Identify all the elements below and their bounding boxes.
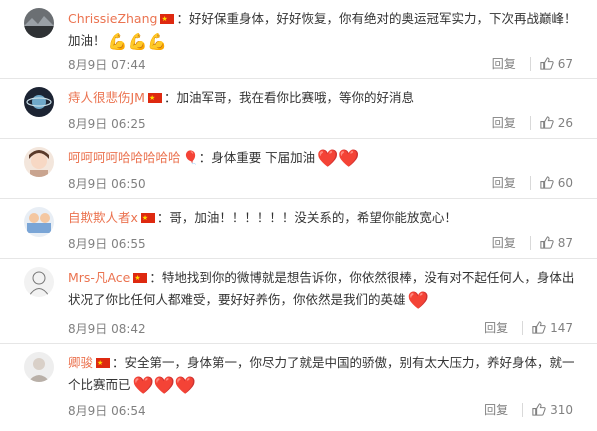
user-avatar[interactable] xyxy=(24,8,54,38)
divider xyxy=(529,235,531,250)
china-flag-icon xyxy=(140,207,155,229)
like-button[interactable]: 87 xyxy=(539,235,573,250)
like-count: 87 xyxy=(557,235,573,250)
like-count: 60 xyxy=(557,175,573,190)
reply-button[interactable]: 回复 xyxy=(492,174,516,191)
muscle-emoji-icon: 💪💪💪 xyxy=(107,31,168,51)
comment-time: 8月9日 06:50 xyxy=(68,177,146,191)
comment-time: 8月9日 08:42 xyxy=(68,322,146,336)
cartoon-avatar-icon xyxy=(24,207,54,237)
comment-item: ChrissieZhang：好好保重身体，好好恢复，你有绝对的奥运冠军实力，下次… xyxy=(0,0,597,79)
china-flag-icon xyxy=(133,267,148,289)
like-count: 147 xyxy=(550,320,573,335)
reply-button[interactable]: 回复 xyxy=(484,319,508,336)
reply-button[interactable]: 回复 xyxy=(492,55,516,72)
user-avatar[interactable] xyxy=(24,147,54,177)
like-count: 26 xyxy=(557,115,573,130)
comment-item: 呵呵呵呵哈哈哈哈哈 🎈：身体重要 下届加油 ❤️❤️ 8月9日 06:50 回复 6… xyxy=(0,139,597,199)
like-button[interactable]: 60 xyxy=(539,175,573,190)
heart-emoji-icon: ❤️❤️ xyxy=(317,148,360,169)
username-link[interactable]: 自欺欺人者x xyxy=(68,210,138,225)
thumbs-up-icon xyxy=(532,403,546,416)
landscape-avatar-icon xyxy=(24,8,54,38)
thumbs-up-icon xyxy=(532,321,546,334)
china-flag-icon xyxy=(147,87,162,109)
comment-actions: 回复 87 xyxy=(492,234,573,251)
username-link[interactable]: ChrissieZhang xyxy=(68,11,157,26)
like-button[interactable]: 67 xyxy=(539,56,573,71)
comment-time: 8月9日 06:54 xyxy=(68,404,146,418)
divider xyxy=(529,56,531,71)
heart-emoji-icon: ❤️❤️❤️ xyxy=(132,375,197,396)
comment-body: 卿骏：安全第一，身体第一，你尽力了就是中国的骄傲，别有太大压力，养好身体，就一个… xyxy=(68,352,577,397)
china-flag-icon xyxy=(160,8,175,30)
comment-body: ChrissieZhang：好好保重身体，好好恢复，你有绝对的奥运冠军实力，下次… xyxy=(68,8,577,53)
planet-avatar-icon xyxy=(24,87,54,117)
comment-body: 痔人很悲伤JM ：加油军哥，我在看你比赛哦，等你的好消息 xyxy=(68,87,577,109)
comment-actions: 回复 67 xyxy=(492,55,573,72)
comment-actions: 回复 310 xyxy=(484,401,573,418)
comment-actions: 回复 60 xyxy=(492,174,573,191)
like-button[interactable]: 26 xyxy=(539,115,573,130)
thumbs-up-icon xyxy=(540,116,554,129)
comment-time: 8月9日 06:55 xyxy=(68,237,146,251)
thumbs-up-icon xyxy=(540,176,554,189)
comment-text: ：身体重要 下届加油 xyxy=(198,150,316,165)
comment-body: 呵呵呵呵哈哈哈哈哈 🎈：身体重要 下届加油 ❤️❤️ xyxy=(68,147,577,170)
thumbs-up-icon xyxy=(540,236,554,249)
comment-item: Mrs-凡Ace：特地找到你的微博就是想告诉你，你依然很棒，没有对不起任何人，身… xyxy=(0,259,597,344)
comment-text: ：哥，加油！！！！！！没关系的，希望你能放宽心！ xyxy=(156,210,457,225)
comment-text: ：加油军哥，我在看你比赛哦，等你的好消息 xyxy=(163,90,414,105)
username-link[interactable]: 痔人很悲伤JM xyxy=(68,90,145,105)
user-avatar[interactable] xyxy=(24,267,54,297)
comment-time: 8月9日 06:25 xyxy=(68,117,146,131)
user-avatar[interactable] xyxy=(24,352,54,382)
comment-time: 8月9日 07:44 xyxy=(68,58,146,72)
comment-actions: 回复 147 xyxy=(484,319,573,336)
like-count: 310 xyxy=(550,402,573,417)
comment-body: Mrs-凡Ace：特地找到你的微博就是想告诉你，你依然很棒，没有对不起任何人，身… xyxy=(68,267,577,312)
comment-body: 自欺欺人者x ：哥，加油！！！！！！没关系的，希望你能放宽心！ xyxy=(68,207,577,229)
divider xyxy=(529,175,531,190)
china-flag-icon xyxy=(96,352,111,374)
divider xyxy=(522,402,524,417)
reply-button[interactable]: 回复 xyxy=(484,401,508,418)
user-avatar[interactable] xyxy=(24,87,54,117)
username-link[interactable]: 呵呵呵呵哈哈哈哈哈 xyxy=(68,150,181,165)
heart-emoji-icon: ❤️ xyxy=(407,290,429,311)
reply-button[interactable]: 回复 xyxy=(492,114,516,131)
divider xyxy=(522,320,524,335)
user-avatar[interactable] xyxy=(24,207,54,237)
portrait-avatar-icon xyxy=(24,352,54,382)
like-count: 67 xyxy=(557,56,573,71)
balloon-icon: 🎈 xyxy=(182,150,199,166)
comment-list: ChrissieZhang：好好保重身体，好好恢复，你有绝对的奥运冠军实力，下次… xyxy=(0,0,597,431)
like-button[interactable]: 147 xyxy=(531,320,573,335)
comment-item: 卿骏：安全第一，身体第一，你尽力了就是中国的骄傲，别有太大压力，养好身体，就一个… xyxy=(0,344,597,431)
comment-item: 痔人很悲伤JM ：加油军哥，我在看你比赛哦，等你的好消息 8月9日 06:25 回… xyxy=(0,79,597,139)
reply-button[interactable]: 回复 xyxy=(492,234,516,251)
username-link[interactable]: 卿骏 xyxy=(68,355,93,370)
girl-avatar-icon xyxy=(24,147,54,177)
divider xyxy=(529,115,531,130)
thumbs-up-icon xyxy=(540,57,554,70)
like-button[interactable]: 310 xyxy=(531,402,573,417)
comment-item: 自欺欺人者x ：哥，加油！！！！！！没关系的，希望你能放宽心！ 8月9日 06:5… xyxy=(0,199,597,259)
comment-actions: 回复 26 xyxy=(492,114,573,131)
username-link[interactable]: Mrs-凡Ace xyxy=(68,270,130,285)
sketch-avatar-icon xyxy=(24,267,54,297)
